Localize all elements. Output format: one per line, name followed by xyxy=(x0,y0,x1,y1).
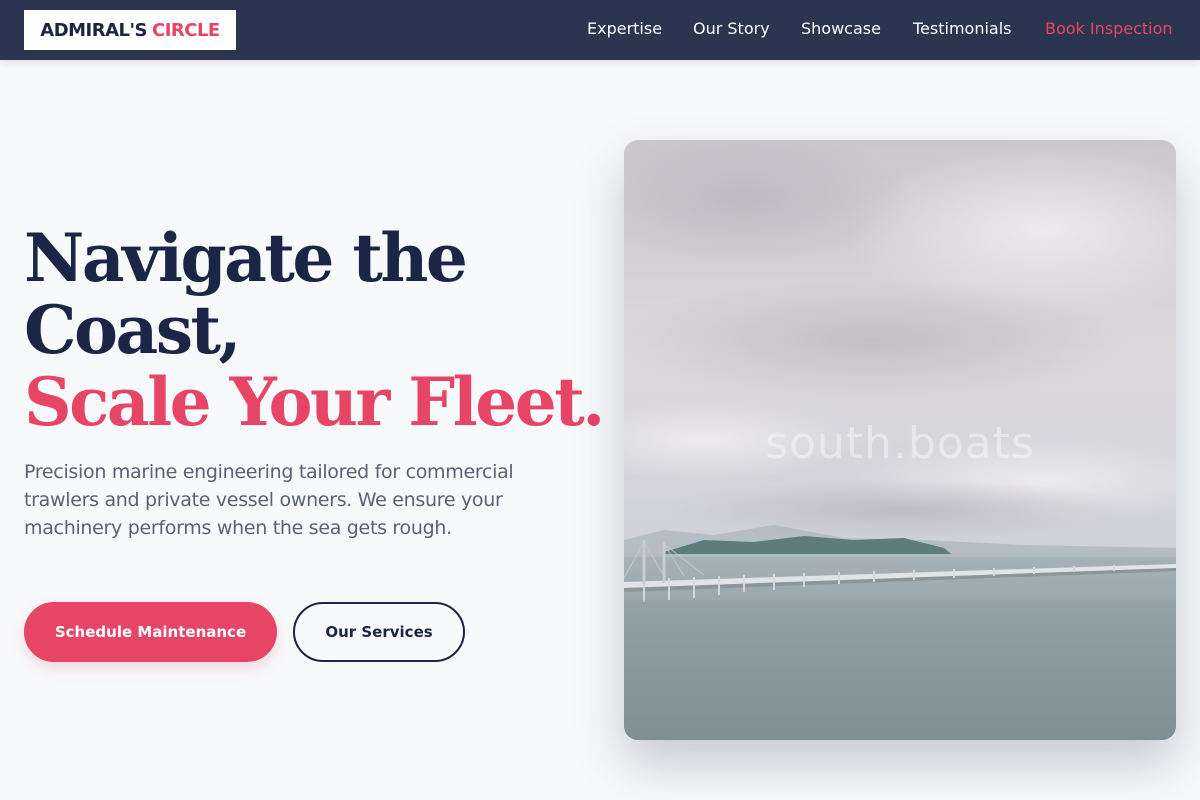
our-services-button[interactable]: Our Services xyxy=(293,602,465,662)
logo-accent-text: CIRCLE xyxy=(151,19,220,41)
nav-link-our-story[interactable]: Our Story xyxy=(693,19,770,39)
site-logo[interactable]: ADMIRAL'S CIRCLE xyxy=(24,10,236,50)
logo-primary-text: ADMIRAL'S xyxy=(40,19,147,41)
nav-link-showcase[interactable]: Showcase xyxy=(801,19,881,39)
headline-line-1: Navigate the xyxy=(24,219,468,297)
nav-link-book-inspection[interactable]: Book Inspection xyxy=(1045,19,1173,39)
hero-image: south.boats xyxy=(624,140,1176,740)
hero-subtext: Precision marine engineering tailored fo… xyxy=(24,461,514,539)
nav-link-testimonials[interactable]: Testimonials xyxy=(913,19,1012,39)
headline-highlight: Scale Your Fleet. xyxy=(24,363,605,441)
hero-headline: Navigate the Coast, Scale Your Fleet. xyxy=(24,219,605,441)
nav-link-expertise[interactable]: Expertise xyxy=(587,19,662,39)
image-watermark: south.boats xyxy=(765,418,1035,469)
schedule-maintenance-button[interactable]: Schedule Maintenance xyxy=(24,602,277,662)
site-header: ADMIRAL'S CIRCLE Expertise Our Story Sho… xyxy=(0,0,1200,60)
headline-line-2: Coast, xyxy=(24,291,241,369)
